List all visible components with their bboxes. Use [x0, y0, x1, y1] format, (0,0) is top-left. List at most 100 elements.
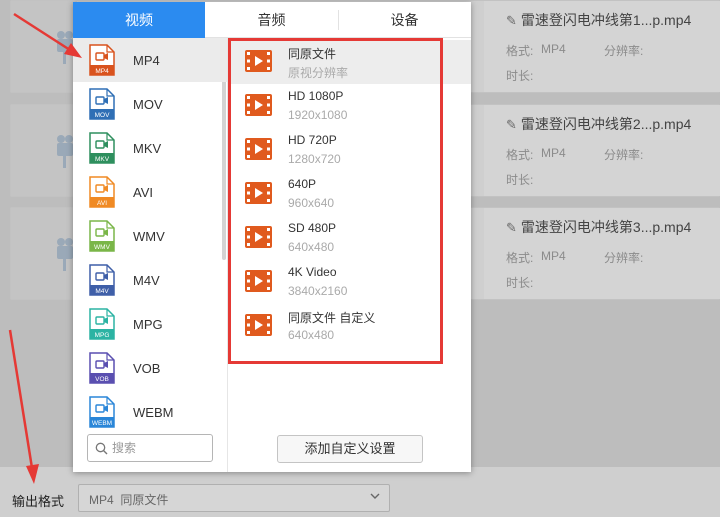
tab-audio[interactable]: 音频: [205, 2, 338, 38]
add-custom-settings-button[interactable]: 添加自定义设置: [277, 435, 423, 463]
video-film-icon: [245, 270, 272, 292]
output-format-label: 输出格式: [12, 494, 65, 509]
tab-video[interactable]: 视频: [73, 2, 205, 38]
file-format-icon: MPG: [89, 308, 115, 340]
format-label: MKV: [133, 141, 162, 156]
video-film-icon: [245, 138, 272, 160]
file-format-icon: MKV: [89, 132, 115, 164]
edit-pencil-icon[interactable]: ✎: [506, 117, 517, 132]
format-label: 格式:: [506, 44, 534, 58]
resolution-value: 原视分辨率: [288, 66, 349, 80]
video-film-icon: [245, 182, 272, 204]
output-format-select[interactable]: MP4 同原文件: [78, 484, 390, 512]
resolution-option[interactable]: 同原文件 自定义 640x480: [228, 304, 471, 348]
resolution-name: HD 1080P: [288, 89, 344, 103]
file-info: ✎ 雷速登闪电冲线第2...p.mp4 格式: MP4 分辨率: 时长:: [484, 105, 720, 196]
file-name[interactable]: ✎ 雷速登闪电冲线第2...p.mp4: [506, 114, 691, 134]
format-item-avi[interactable]: AVI AVI: [73, 170, 227, 214]
resolution-name: HD 720P: [288, 133, 337, 147]
format-item-m4v[interactable]: M4V M4V: [73, 258, 227, 302]
resolution-value: 3840x2160: [288, 284, 348, 298]
resolution-value: 640x480: [288, 328, 335, 342]
file-format-badge: VOB: [95, 376, 109, 383]
file-format-badge: MKV: [95, 156, 110, 163]
file-format-badge: WMV: [94, 244, 111, 251]
file-format-badge: MP4: [95, 68, 109, 75]
file-name[interactable]: ✎ 雷速登闪电冲线第3...p.mp4: [506, 217, 691, 237]
file-info: ✎ 雷速登闪电冲线第3...p.mp4 格式: MP4 分辨率: 时长:: [484, 208, 720, 299]
format-label: MOV: [133, 97, 163, 112]
file-format-icon: MOV: [89, 88, 115, 120]
edit-pencil-icon[interactable]: ✎: [506, 13, 517, 28]
video-film-icon: [245, 314, 272, 336]
resolution-option[interactable]: 640P 960x640: [228, 172, 471, 216]
format-picker-popup: 视频 音频 设备 MP4 MP4 MOV MOV MKV MKV AVI AVI WMV WMV M…: [73, 2, 471, 472]
format-item-mp4[interactable]: MP4 MP4: [73, 38, 227, 82]
resolution-option[interactable]: HD 1080P 1920x1080: [228, 84, 471, 128]
resolution-name: 640P: [288, 177, 317, 191]
file-format-icon: AVI: [89, 176, 115, 208]
duration-label: 时长:: [506, 173, 534, 187]
resolution-value: 1280x720: [288, 152, 341, 166]
format-value: MP4: [541, 146, 566, 160]
resolution-option[interactable]: 同原文件 原视分辨率: [228, 40, 471, 84]
file-format-icon: VOB: [89, 352, 115, 384]
resolution-value: 1920x1080: [288, 108, 348, 122]
format-label: WEBM: [133, 405, 174, 420]
file-format-badge: MPG: [95, 332, 110, 339]
format-label: WMV: [133, 229, 165, 244]
format-search-box[interactable]: [87, 434, 213, 462]
video-thumbnail: [11, 105, 80, 196]
video-film-icon: [245, 50, 272, 72]
video-thumbnail: [11, 1, 80, 92]
file-format-badge: WEBM: [92, 420, 112, 427]
format-value: MP4: [541, 249, 566, 263]
resolution-label: 分辨率:: [604, 44, 644, 58]
format-label: AVI: [133, 185, 153, 200]
chevron-down-icon: [370, 493, 380, 499]
file-info: ✎ 雷速登闪电冲线第1...p.mp4 格式: MP4 分辨率: 时长:: [484, 1, 720, 92]
format-item-mov[interactable]: MOV MOV: [73, 82, 227, 126]
format-list: MP4 MP4 MOV MOV MKV MKV AVI AVI WMV WMV M4V M4V MPG M…: [73, 38, 228, 472]
format-item-mpg[interactable]: MPG MPG: [73, 302, 227, 346]
format-item-wmv[interactable]: WMV WMV: [73, 214, 227, 258]
resolution-option[interactable]: 4K Video 3840x2160: [228, 260, 471, 304]
video-film-icon: [245, 94, 272, 116]
format-label: VOB: [133, 361, 161, 376]
duration-label: 时长:: [506, 69, 534, 83]
file-format-badge: AVI: [97, 200, 107, 207]
file-format-badge: M4V: [95, 288, 109, 295]
file-format-badge: MOV: [95, 112, 110, 119]
video-thumbnail: [11, 208, 80, 299]
format-item-mkv[interactable]: MKV MKV: [73, 126, 227, 170]
duration-label: 时长:: [506, 276, 534, 290]
output-format-value: MP4 同原文件: [89, 493, 169, 507]
file-format-icon: M4V: [89, 264, 115, 296]
format-label: 格式:: [506, 148, 534, 162]
resolution-name: SD 480P: [288, 221, 337, 235]
file-name[interactable]: ✎ 雷速登闪电冲线第1...p.mp4: [506, 10, 691, 30]
format-label: MPG: [133, 317, 163, 332]
format-label: M4V: [133, 273, 160, 288]
video-film-icon: [245, 226, 272, 248]
format-label: MP4: [133, 53, 160, 68]
resolution-list: 同原文件原视分辨率 HD 1080P 1920x1080 HD 720P 1280x72…: [228, 38, 471, 472]
format-item-vob[interactable]: VOB VOB: [73, 346, 227, 390]
format-item-webm[interactable]: WEBM WEBM: [73, 390, 227, 434]
edit-pencil-icon[interactable]: ✎: [506, 220, 517, 235]
resolution-name: 4K Video: [288, 265, 337, 279]
search-input[interactable]: [112, 439, 208, 457]
file-format-icon: WEBM: [89, 396, 115, 428]
resolution-name: 同原文件: [288, 47, 337, 61]
resolution-option[interactable]: HD 720P 1280x720: [228, 128, 471, 172]
tab-device[interactable]: 设备: [338, 2, 471, 38]
resolution-label: 分辨率:: [604, 148, 644, 162]
format-tabs: 视频 音频 设备: [73, 2, 471, 38]
resolution-name: 同原文件 自定义: [288, 311, 376, 325]
resolution-value: 960x640: [288, 196, 335, 210]
file-format-icon: MP4: [89, 44, 115, 76]
search-icon: [95, 442, 108, 455]
resolution-option[interactable]: SD 480P 640x480: [228, 216, 471, 260]
resolution-label: 分辨率:: [604, 251, 644, 265]
file-format-icon: WMV: [89, 220, 115, 252]
